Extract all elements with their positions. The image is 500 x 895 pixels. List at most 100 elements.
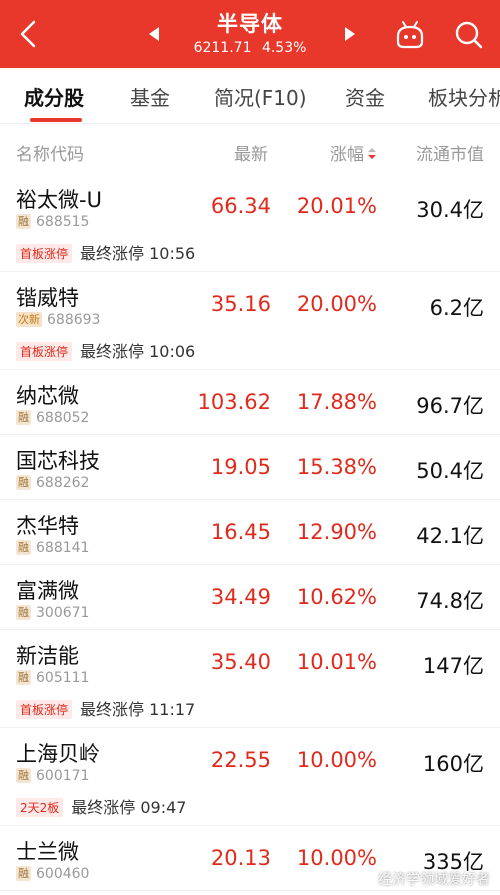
stock-row[interactable]: 杰华特融 688141 16.45 12.90% 42.1亿 [0, 500, 500, 565]
stock-code-line: 融 600171 [16, 768, 89, 784]
stock-change: 10.00% [296, 846, 377, 870]
limit-up-status: 首板涨停 最终涨停 11:17 [16, 696, 195, 720]
stock-price: 16.45 [210, 520, 271, 544]
stock-code-line: 融 688515 [16, 214, 89, 230]
stock-row[interactable]: 裕太微-U 融 688515 66.34 20.01% 30.4亿首板涨停 最终涨停 10:… [0, 174, 500, 272]
tab-capital-flow[interactable]: 资金 [345, 82, 385, 111]
stock-code: 300671 [36, 605, 90, 621]
column-header: 名称代码 最新 涨幅 流通市值 [0, 124, 500, 174]
stock-market-cap: 96.7亿 [416, 394, 484, 418]
stock-price: 22.55 [210, 748, 271, 772]
stock-name: 纳芯微 [16, 384, 79, 408]
tab-constituents[interactable]: 成分股 [24, 82, 84, 111]
limit-up-badge: 首板涨停 [16, 342, 73, 361]
limit-up-status: 首板涨停 最终涨停 10:56 [16, 240, 195, 264]
stock-list: 裕太微-U 融 688515 66.34 20.01% 30.4亿 首板涨停 最终涨停 10:… [0, 174, 500, 891]
stock-price: 20.13 [210, 846, 271, 870]
limit-up-status: 2天2板 最终涨停 09:47 [16, 794, 186, 818]
stock-name: 锴威特 [16, 286, 79, 310]
stock-row[interactable]: 上海贝岭融 600171 22.55 10.00% 160亿 2天2板 最终涨停 09:47 [0, 728, 500, 826]
limit-up-badge: 2天2板 [16, 798, 64, 817]
col-latest[interactable]: 最新 [234, 140, 268, 165]
stock-change: 10.01% [296, 650, 377, 674]
stock-market-cap: 30.4亿 [416, 198, 484, 222]
tab-sector-analysis[interactable]: 板块分析 [428, 82, 500, 111]
stock-change: 10.62% [296, 585, 377, 609]
next-sector-icon[interactable] [342, 26, 358, 42]
stock-tag: 融 [16, 866, 31, 881]
stock-code-line: 融 605111 [16, 670, 89, 686]
stock-name: 裕太微-U [16, 188, 102, 212]
stock-price: 19.05 [210, 455, 271, 479]
limit-up-time: 最终涨停 09:47 [71, 798, 187, 817]
search-icon[interactable] [454, 20, 484, 50]
stock-code: 688693 [47, 312, 101, 328]
col-change-label: 涨幅 [330, 145, 364, 165]
stock-code: 688141 [36, 540, 90, 556]
limit-up-badge: 首板涨停 [16, 700, 73, 719]
stock-name: 国芯科技 [16, 449, 100, 473]
tab-profile[interactable]: 简况(F10) [214, 82, 307, 111]
stock-row[interactable]: 锴威特次新 688693 35.16 20.00% 6.2亿首板涨停 最终涨停 10:06 [0, 272, 500, 370]
stock-tag: 融 [16, 410, 31, 425]
stock-price: 35.40 [210, 650, 271, 674]
limit-up-time: 最终涨停 10:06 [80, 342, 196, 361]
stock-change: 20.01% [296, 194, 377, 218]
stock-code-line: 融 688141 [16, 540, 89, 556]
stock-code: 600460 [36, 866, 90, 882]
stock-code: 688052 [36, 410, 90, 426]
stock-price: 66.34 [210, 194, 271, 218]
stock-row[interactable]: 纳芯微融 688052 103.62 17.88% 96.7亿 [0, 370, 500, 435]
stock-code: 600171 [36, 768, 90, 784]
stock-market-cap: 160亿 [422, 752, 484, 776]
index-change: 4.53% [261, 40, 307, 56]
stock-code-line: 次新 688693 [16, 312, 100, 328]
stock-name: 上海贝岭 [16, 742, 100, 766]
col-change[interactable]: 涨幅 [330, 140, 377, 165]
col-name-code[interactable]: 名称代码 [16, 140, 84, 165]
stock-name: 富满微 [16, 579, 79, 603]
stock-code-line: 融 688052 [16, 410, 89, 426]
stock-market-cap: 74.8亿 [416, 589, 484, 613]
stock-code: 688515 [36, 214, 90, 230]
tab-funds[interactable]: 基金 [130, 82, 170, 111]
stock-tag: 次新 [16, 312, 42, 327]
stock-tag: 融 [16, 214, 31, 229]
stock-price: 34.49 [210, 585, 271, 609]
stock-row[interactable]: 国芯科技融 688262 19.05 15.38% 50.4亿 [0, 435, 500, 500]
limit-up-status: 首板涨停 最终涨停 10:06 [16, 338, 195, 362]
stock-change: 12.90% [296, 520, 377, 544]
limit-up-time: 最终涨停 11:17 [80, 700, 196, 719]
index-value: 6211.71 [193, 40, 252, 56]
stock-price: 103.62 [197, 390, 271, 414]
stock-price: 35.16 [210, 292, 271, 316]
stock-change: 20.00% [296, 292, 377, 316]
stock-row[interactable]: 富满微融 300671 34.49 10.62% 74.8亿 [0, 565, 500, 630]
stock-market-cap: 147亿 [422, 654, 484, 678]
stock-tag: 融 [16, 540, 31, 555]
assistant-robot-icon[interactable] [394, 20, 426, 50]
stock-code: 605111 [36, 670, 90, 686]
stock-change: 17.88% [296, 390, 377, 414]
stock-name: 新洁能 [16, 644, 79, 668]
stock-tag: 融 [16, 605, 31, 620]
stock-code-line: 融 600460 [16, 866, 89, 882]
stock-market-cap: 42.1亿 [416, 524, 484, 548]
stock-code-line: 融 300671 [16, 605, 89, 621]
sector-tabs: 成分股 基金 简况(F10) 资金 板块分析 [0, 68, 500, 124]
active-tab-indicator [30, 118, 82, 122]
stock-market-cap: 6.2亿 [429, 296, 484, 320]
sort-descending-icon [368, 148, 376, 159]
limit-up-badge: 首板涨停 [16, 244, 73, 263]
stock-tag: 融 [16, 475, 31, 490]
top-bar: 半导体 6211.71 4.53% [0, 0, 500, 68]
watermark: 经济学领域爱好者 [378, 872, 490, 888]
stock-market-cap: 50.4亿 [416, 459, 484, 483]
limit-up-time: 最终涨停 10:56 [80, 244, 196, 263]
stock-change: 15.38% [296, 455, 377, 479]
stock-code-line: 融 688262 [16, 475, 89, 491]
stock-row[interactable]: 新洁能融 605111 35.40 10.01% 147亿首板涨停 最终涨停 11:17 [0, 630, 500, 728]
col-market-cap[interactable]: 流通市值 [416, 140, 484, 165]
stock-tag: 融 [16, 670, 31, 685]
stock-name: 士兰微 [16, 840, 79, 864]
